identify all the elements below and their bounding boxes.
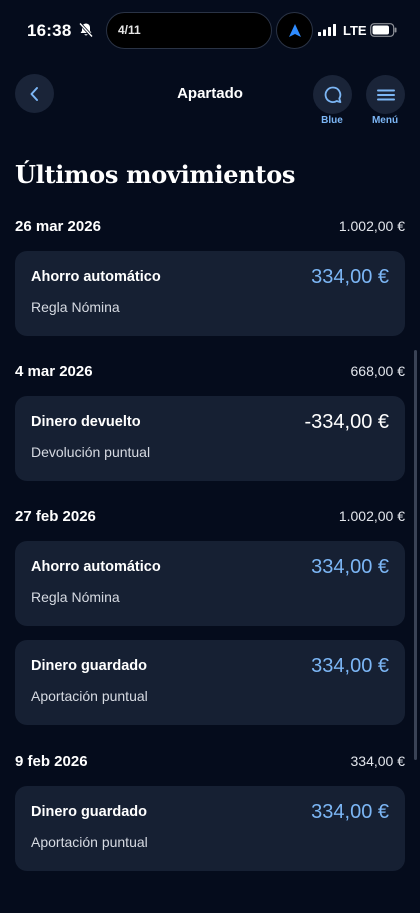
movement-amount: 334,00 € <box>311 266 389 288</box>
movement-group: 4 mar 2026 668,00 € Dinero devuelto Devo… <box>15 363 405 481</box>
movement-title: Dinero devuelto <box>31 414 141 430</box>
movement-group: 27 feb 2026 1.002,00 € Ahorro automático… <box>15 508 405 725</box>
movement-amount: 334,00 € <box>311 556 389 578</box>
island-counter: 4/11 <box>118 23 141 37</box>
group-date: 4 mar 2026 <box>15 363 93 380</box>
dynamic-island[interactable]: 4/11 <box>106 12 272 49</box>
movement-card[interactable]: Dinero guardado Aportación puntual 334,0… <box>15 640 405 725</box>
movement-group: 9 feb 2026 334,00 € Dinero guardado Apor… <box>15 753 405 871</box>
movement-group: 26 mar 2026 1.002,00 € Ahorro automático… <box>15 218 405 336</box>
battery-icon <box>370 23 397 37</box>
chat-bubble-icon <box>324 86 341 103</box>
movement-card[interactable]: Dinero guardado Aportación puntual 334,0… <box>15 786 405 871</box>
movement-title: Dinero guardado <box>31 658 148 674</box>
hamburger-menu-icon <box>376 89 395 100</box>
movement-subtitle: Regla Nómina <box>31 299 120 315</box>
blue-chat-button[interactable] <box>313 75 352 114</box>
group-date: 26 mar 2026 <box>15 218 101 235</box>
movement-title: Ahorro automático <box>31 269 161 285</box>
movement-subtitle: Regla Nómina <box>31 589 120 605</box>
group-header: 27 feb 2026 1.002,00 € <box>15 508 405 530</box>
movement-title: Dinero guardado <box>31 804 148 820</box>
movement-card[interactable]: Ahorro automático Regla Nómina 334,00 € <box>15 541 405 626</box>
group-total: 1.002,00 € <box>338 508 405 524</box>
group-total: 1.002,00 € <box>338 218 405 234</box>
page-title: Apartado <box>177 85 243 102</box>
movement-subtitle: Aportación puntual <box>31 834 148 850</box>
group-total: 334,00 € <box>350 753 406 769</box>
network-type: LTE <box>343 23 367 38</box>
menu-button-label[interactable]: Menú <box>360 115 410 126</box>
blue-button-label[interactable]: Blue <box>307 115 357 126</box>
signal-icon <box>318 24 336 36</box>
scrollbar[interactable] <box>414 350 417 760</box>
movement-title: Ahorro automático <box>31 559 161 575</box>
group-date: 9 feb 2026 <box>15 753 88 770</box>
group-header: 26 mar 2026 1.002,00 € <box>15 218 405 240</box>
movement-card[interactable]: Dinero devuelto Devolución puntual -334,… <box>15 396 405 481</box>
group-date: 27 feb 2026 <box>15 508 96 525</box>
navigation-bubble[interactable] <box>276 12 313 49</box>
menu-button[interactable] <box>366 75 405 114</box>
movement-amount: -334,00 € <box>304 411 389 433</box>
app-screen: 16:38 4/11 LTE Apartado Blue Menú Último… <box>0 0 420 913</box>
movement-card[interactable]: Ahorro automático Regla Nómina 334,00 € <box>15 251 405 336</box>
bell-off-icon <box>78 22 94 38</box>
group-total: 668,00 € <box>350 363 406 379</box>
group-header: 9 feb 2026 334,00 € <box>15 753 405 775</box>
movement-subtitle: Aportación puntual <box>31 688 148 704</box>
movement-subtitle: Devolución puntual <box>31 444 151 460</box>
navigation-arrow-icon <box>288 23 301 37</box>
status-time: 16:38 <box>27 21 72 40</box>
group-header: 4 mar 2026 668,00 € <box>15 363 405 385</box>
movement-amount: 334,00 € <box>311 801 389 823</box>
status-bar: 16:38 4/11 LTE <box>0 0 420 62</box>
section-title: Últimos movimientos <box>15 160 296 189</box>
movement-amount: 334,00 € <box>311 655 389 677</box>
